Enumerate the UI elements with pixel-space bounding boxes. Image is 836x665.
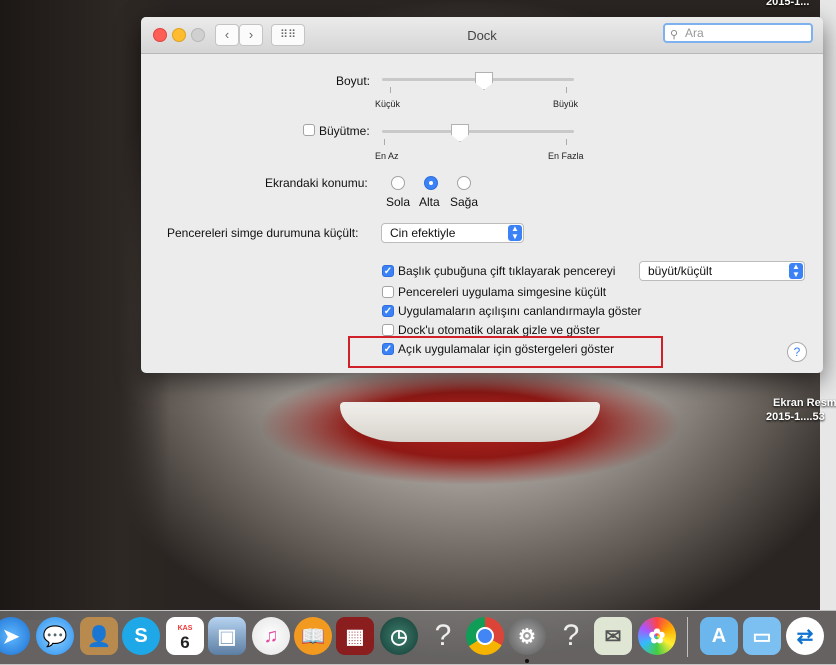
updown-arrows-icon: ▲ ▼ [508, 225, 522, 241]
animate-opening-checkbox[interactable]: ✓ [382, 305, 394, 317]
help-button[interactable]: ? [787, 342, 807, 362]
dock: ➤ 💬 👤 S KAS 6 ▣ ♫ 📖 ▦ ◷ ? ⚙ ? ✉ ✿ A ▭ ⇄ [0, 610, 836, 665]
autohide-dock-label: Dock'u otomatik olarak gizle ve göster [398, 323, 600, 337]
highlight-annotation-box [348, 336, 663, 368]
search-icon: ⚲ [670, 29, 679, 41]
title-bar[interactable]: ‹ › ⠿⠿ Dock ⚲ Ara [141, 17, 823, 54]
position-left-radio[interactable] [391, 176, 405, 190]
unknown-app-icon[interactable]: ? [424, 617, 462, 655]
desktop-file-label[interactable]: 2015-1....53 [766, 411, 825, 423]
messages-icon[interactable]: 💬 [36, 617, 74, 655]
skype-icon[interactable]: S [122, 617, 160, 655]
contacts-icon[interactable]: 👤 [80, 617, 118, 655]
time-machine-icon[interactable]: ◷ [380, 617, 418, 655]
magnification-slider-knob[interactable] [451, 124, 469, 142]
position-right-label: Sağa [450, 195, 479, 209]
teamviewer-icon[interactable]: ⇄ [786, 617, 824, 655]
photos-icon[interactable]: ✿ [638, 617, 676, 655]
updown-arrows-icon: ▲ ▼ [789, 263, 803, 279]
position-bottom-label: Alta [419, 195, 440, 209]
calendar-day: 6 [180, 633, 190, 652]
slider-tick [384, 139, 385, 145]
dock-separator [687, 617, 688, 657]
magnification-slider[interactable] [382, 130, 574, 133]
magnification-label: Büyütme: [319, 124, 370, 138]
help-icon: ? [793, 345, 801, 359]
slider-tick [390, 87, 391, 93]
magnification-max-label: En Fazla [548, 151, 584, 161]
double-click-action-select[interactable]: büyüt/küçült ▲ ▼ [639, 261, 805, 281]
position-left-label: Sola [386, 195, 411, 209]
minimize-effect-value: Cin efektiyle [390, 226, 456, 240]
ibooks-icon[interactable]: 📖 [294, 617, 332, 655]
minimize-effect-select[interactable]: Cin efektiyle ▲ ▼ [381, 223, 524, 243]
slider-tick [566, 87, 567, 93]
photo-booth-icon[interactable]: ▦ [336, 617, 374, 655]
position-label: Ekrandaki konumu: [265, 176, 368, 190]
search-placeholder: Ara [685, 26, 704, 40]
itunes-icon[interactable]: ♫ [252, 617, 290, 655]
wallpaper-teeth [340, 402, 600, 442]
safari-icon[interactable]: ➤ [0, 617, 30, 655]
chrome-center-icon [476, 627, 494, 645]
preview-icon[interactable]: ▣ [208, 617, 246, 655]
minimize-effect-label: Pencereleri simge durumuna küçült: [167, 226, 359, 240]
documents-folder-icon[interactable]: ▭ [743, 617, 781, 655]
unknown-app-icon[interactable]: ? [552, 617, 590, 655]
desktop-file-label[interactable]: 2015-1... [766, 0, 809, 8]
running-indicator [525, 659, 529, 663]
system-preferences-icon[interactable]: ⚙ [508, 617, 546, 655]
size-slider-knob[interactable] [475, 72, 493, 90]
magnification-min-label: En Az [375, 151, 399, 161]
position-bottom-radio[interactable] [424, 176, 438, 190]
autohide-dock-checkbox[interactable] [382, 324, 394, 336]
size-max-label: Büyük [553, 99, 579, 109]
search-field[interactable]: ⚲ Ara [663, 23, 813, 43]
double-click-label: Başlık çubuğuna çift tıklayarak pencerey… [398, 264, 616, 278]
desktop-file-label[interactable]: Ekran Resm [773, 397, 836, 409]
minimize-into-app-label: Pencereleri uygulama simgesine küçült [398, 285, 607, 299]
dock-preferences-window: ‹ › ⠿⠿ Dock ⚲ Ara Boyut: Küçük Büyük Büy… [141, 17, 823, 373]
calendar-icon[interactable]: KAS 6 [166, 617, 204, 655]
animate-opening-label: Uygulamaların açılışını canlandırmayla g… [398, 304, 642, 318]
double-click-checkbox[interactable]: ✓ [382, 265, 394, 277]
magnification-checkbox[interactable] [303, 124, 315, 136]
applications-folder-icon[interactable]: A [700, 617, 738, 655]
position-right-radio[interactable] [457, 176, 471, 190]
image-capture-icon[interactable]: ✉ [594, 617, 632, 655]
size-min-label: Küçük [375, 99, 401, 109]
minimize-into-app-checkbox[interactable] [382, 286, 394, 298]
chrome-icon[interactable] [466, 617, 504, 655]
size-label: Boyut: [336, 74, 371, 88]
slider-tick [566, 139, 567, 145]
double-click-action-value: büyüt/küçült [648, 264, 713, 278]
